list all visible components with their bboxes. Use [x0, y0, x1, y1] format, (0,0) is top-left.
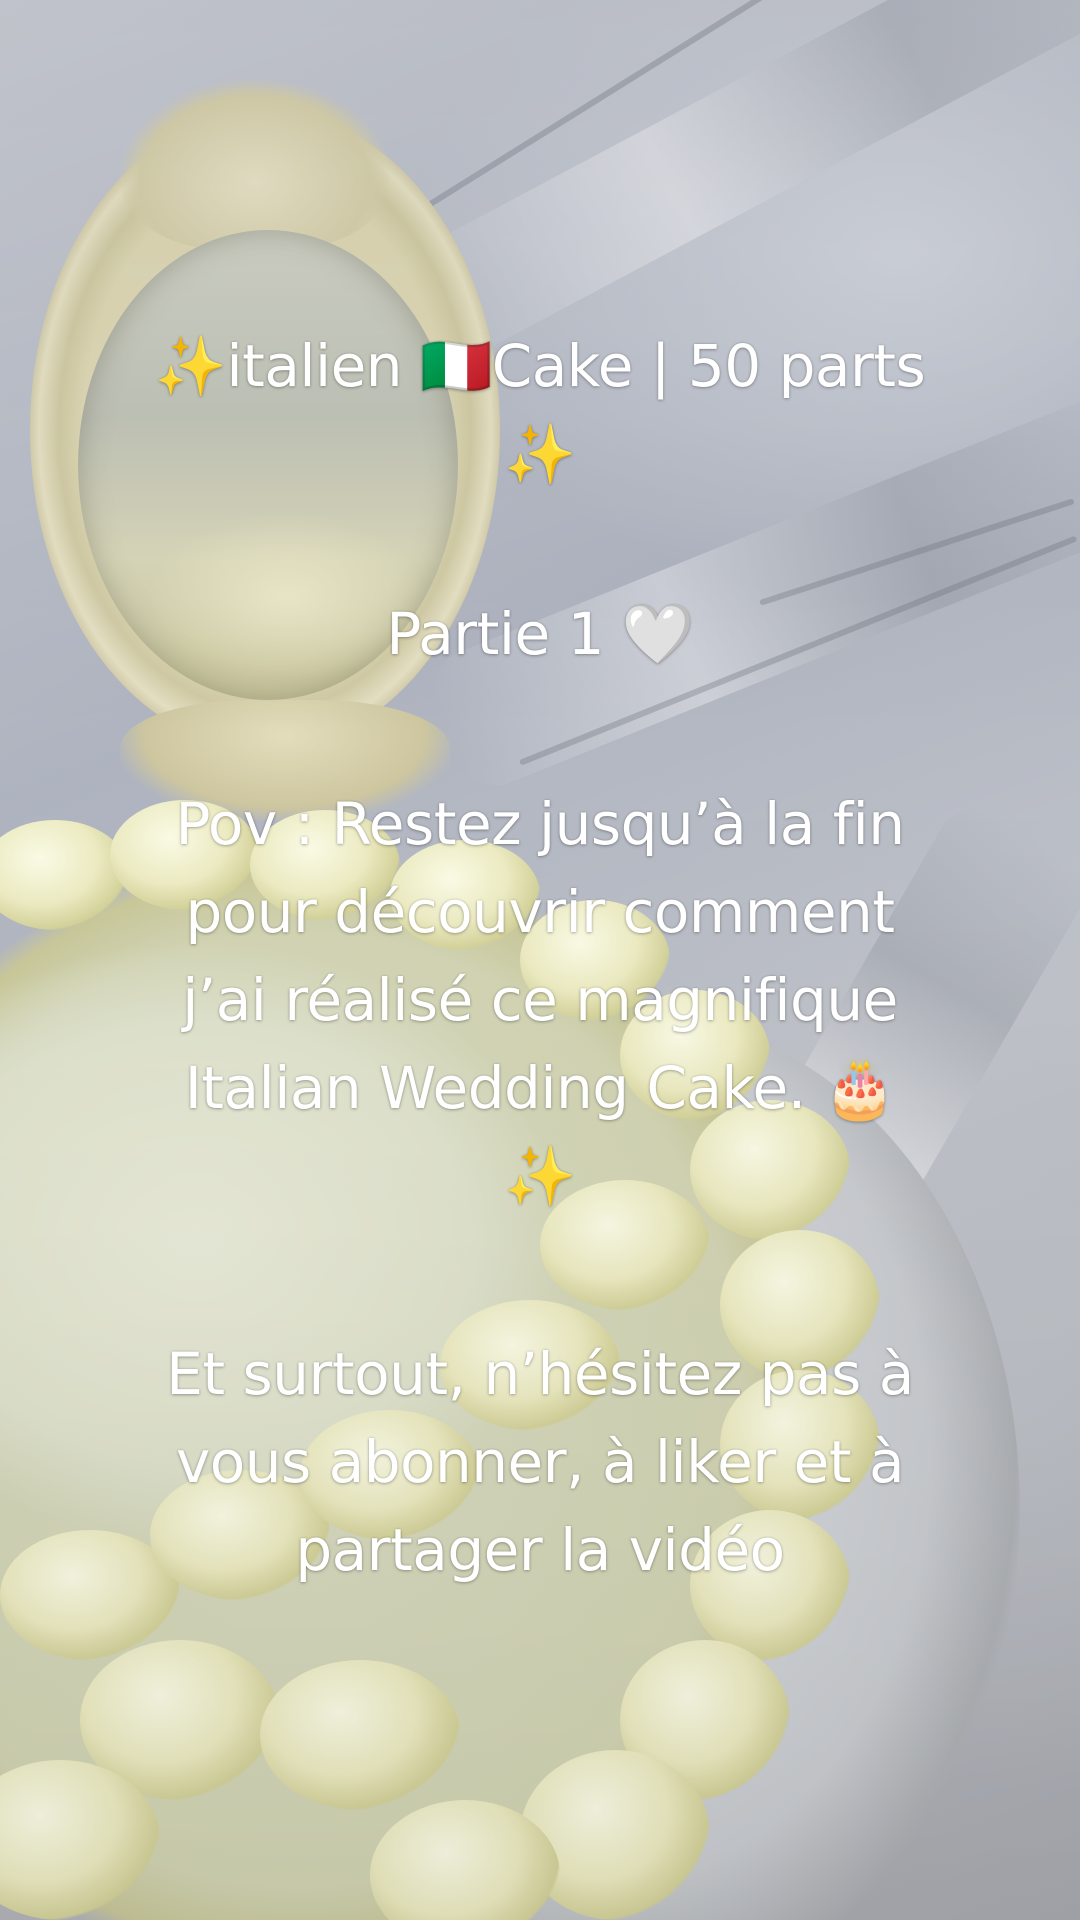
- caption-title: ✨italien 🇮🇹Cake | 50 parts ✨: [154, 332, 926, 488]
- caption-pov-text: Pov : Restez jusqu’à la fin pour découvr…: [175, 790, 905, 1210]
- caption-part-label: Partie 1 🤍: [386, 600, 694, 668]
- caption-call-to-action: Et surtout, n’hésitez pas à vous abonner…: [166, 1340, 914, 1584]
- video-frame: ✨italien 🇮🇹Cake | 50 parts ✨ Partie 1 🤍 …: [0, 0, 1080, 1920]
